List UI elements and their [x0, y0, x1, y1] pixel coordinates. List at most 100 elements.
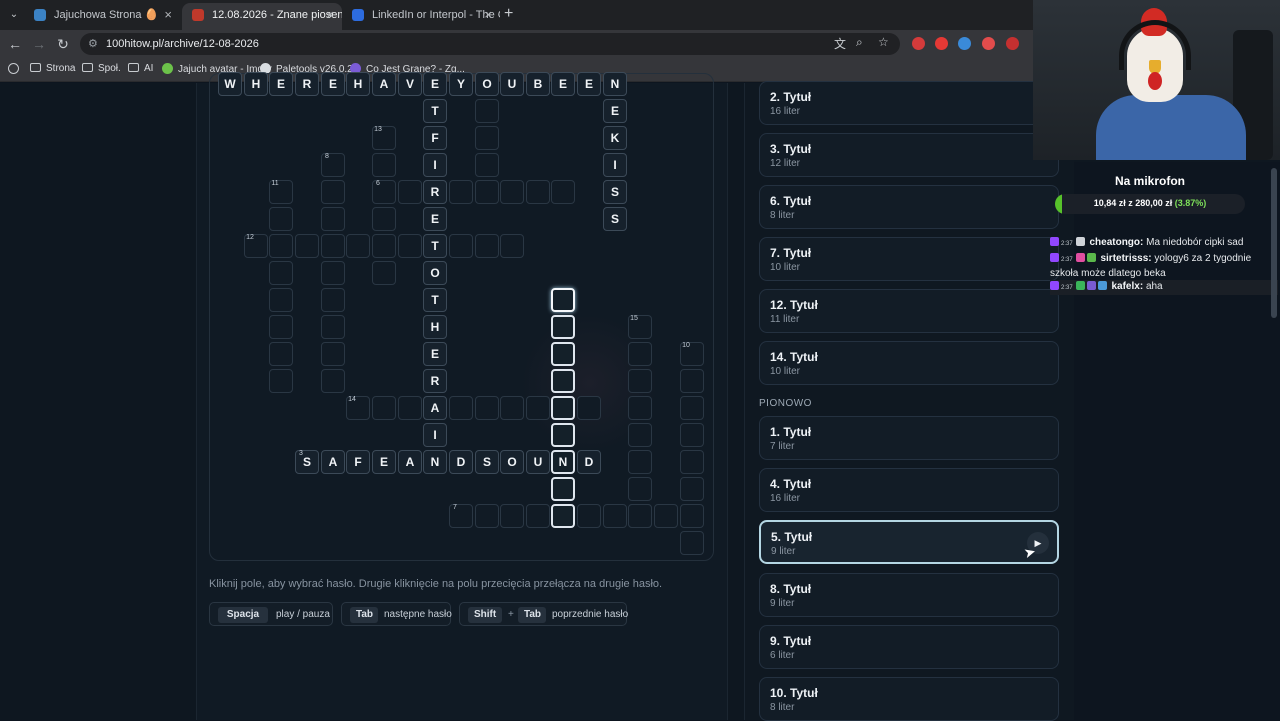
- crossword-cell[interactable]: N: [423, 450, 447, 474]
- crossword-cell[interactable]: [398, 396, 422, 420]
- clue-across-3[interactable]: 3. Tytuł 12 liter: [759, 133, 1059, 177]
- crossword-cell[interactable]: [680, 396, 704, 420]
- crossword-cell[interactable]: T: [423, 99, 447, 123]
- crossword-cell[interactable]: [526, 504, 550, 528]
- address-bar[interactable]: ⚙ 100hitow.pl/archive/12-08-2026: [80, 33, 900, 55]
- crossword-cell[interactable]: A: [423, 396, 447, 420]
- crossword-cell[interactable]: F: [423, 126, 447, 150]
- crossword-cell[interactable]: T: [423, 288, 447, 312]
- crossword-cell[interactable]: [321, 180, 345, 204]
- crossword-cell[interactable]: [680, 369, 704, 393]
- crossword-cell[interactable]: [551, 342, 575, 366]
- crossword-cell[interactable]: [654, 504, 678, 528]
- crossword-cell[interactable]: R: [423, 369, 447, 393]
- crossword-cell[interactable]: E: [423, 342, 447, 366]
- crossword-cell[interactable]: [577, 504, 601, 528]
- site-info-icon[interactable]: ⚙: [88, 37, 98, 50]
- bookmark-folder-ai[interactable]: AI: [128, 63, 153, 74]
- crossword-cell[interactable]: [680, 423, 704, 447]
- crossword-cell[interactable]: [551, 477, 575, 501]
- crossword-cell[interactable]: [551, 504, 575, 528]
- reload-icon[interactable]: ↻: [54, 35, 72, 53]
- crossword-cell[interactable]: H: [423, 315, 447, 339]
- crossword-cell[interactable]: [321, 369, 345, 393]
- crossword-cell[interactable]: [372, 153, 396, 177]
- crossword-cell[interactable]: I: [603, 153, 627, 177]
- crossword-cell[interactable]: [321, 315, 345, 339]
- back-arrow-icon[interactable]: ←: [6, 35, 24, 53]
- clue-across-6[interactable]: 6. Tytuł 8 liter: [759, 185, 1059, 229]
- crossword-cell[interactable]: D: [577, 450, 601, 474]
- crossword-cell[interactable]: [551, 180, 575, 204]
- crossword-cell[interactable]: Y: [449, 72, 473, 96]
- extension-icon[interactable]: [982, 37, 995, 50]
- crossword-cell[interactable]: E: [603, 99, 627, 123]
- zoom-icon[interactable]: ⌕: [856, 35, 863, 50]
- crossword-cell[interactable]: O: [475, 72, 499, 96]
- crossword-cell[interactable]: [372, 234, 396, 258]
- crossword-cell[interactable]: U: [500, 72, 524, 96]
- tab-search-icon[interactable]: ⌄: [6, 7, 22, 23]
- crossword-cell[interactable]: [269, 342, 293, 366]
- crossword-cell[interactable]: N: [603, 72, 627, 96]
- crossword-cell[interactable]: E: [423, 72, 447, 96]
- crossword-cell[interactable]: [372, 261, 396, 285]
- crossword-cell[interactable]: [526, 396, 550, 420]
- crossword-cell[interactable]: S: [603, 180, 627, 204]
- crossword-cell[interactable]: [449, 234, 473, 258]
- clue-across-7[interactable]: 7. Tytuł 10 liter: [759, 237, 1059, 281]
- clue-down-10[interactable]: 10. Tytuł 8 liter: [759, 677, 1059, 721]
- tab-linkedin-interpol[interactable]: LinkedIn or Interpol - The Gam ×: [342, 3, 500, 30]
- crossword-cell[interactable]: [398, 234, 422, 258]
- crossword-cell[interactable]: [475, 99, 499, 123]
- crossword-cell[interactable]: [321, 207, 345, 231]
- clue-across-14[interactable]: 14. Tytuł 10 liter: [759, 341, 1059, 385]
- new-tab-button[interactable]: +: [504, 5, 513, 23]
- crossword-cell[interactable]: [680, 477, 704, 501]
- clue-across-2[interactable]: 2. Tytuł 16 liter: [759, 81, 1059, 125]
- crossword-cell[interactable]: [500, 396, 524, 420]
- extension-icon[interactable]: [958, 37, 971, 50]
- crossword-cell[interactable]: B: [526, 72, 550, 96]
- crossword-cell[interactable]: E: [372, 450, 396, 474]
- crossword-cell[interactable]: [449, 180, 473, 204]
- crossword-cell[interactable]: I: [423, 153, 447, 177]
- crossword-cell[interactable]: [475, 126, 499, 150]
- crossword-cell[interactable]: E: [269, 72, 293, 96]
- crossword-cell[interactable]: [321, 234, 345, 258]
- crossword-cell[interactable]: [295, 234, 319, 258]
- crossword-cell[interactable]: [475, 180, 499, 204]
- crossword-cell[interactable]: A: [372, 72, 396, 96]
- crossword-cell[interactable]: [680, 450, 704, 474]
- crossword-cell[interactable]: [551, 423, 575, 447]
- crossword-cell[interactable]: A: [398, 450, 422, 474]
- crossword-cell[interactable]: W: [218, 72, 242, 96]
- crossword-cell[interactable]: [372, 396, 396, 420]
- close-tab-icon[interactable]: ×: [326, 3, 334, 27]
- crossword-cell[interactable]: T: [423, 234, 447, 258]
- crossword-cell[interactable]: [321, 288, 345, 312]
- crossword-cell[interactable]: [577, 396, 601, 420]
- clue-down-1[interactable]: 1. Tytuł 7 liter: [759, 416, 1059, 460]
- youtube-icon[interactable]: [935, 37, 948, 50]
- adblock-icon[interactable]: [1006, 37, 1019, 50]
- crossword-cell[interactable]: [269, 369, 293, 393]
- crossword-cell[interactable]: [475, 396, 499, 420]
- crossword-cell[interactable]: K: [603, 126, 627, 150]
- clue-down-9[interactable]: 9. Tytuł 6 liter: [759, 625, 1059, 669]
- crossword-cell[interactable]: [372, 207, 396, 231]
- crossword-cell[interactable]: I: [423, 423, 447, 447]
- crossword-cell[interactable]: [449, 396, 473, 420]
- crossword-cell[interactable]: [628, 450, 652, 474]
- crossword-cell[interactable]: R: [423, 180, 447, 204]
- crossword-cell[interactable]: U: [526, 450, 550, 474]
- crossword-cell[interactable]: D: [449, 450, 473, 474]
- crossword-cell[interactable]: A: [321, 450, 345, 474]
- crossword-cell[interactable]: R: [295, 72, 319, 96]
- crossword-cell[interactable]: O: [423, 261, 447, 285]
- close-tab-icon[interactable]: ×: [164, 3, 172, 27]
- crossword-cell[interactable]: [398, 180, 422, 204]
- crossword-cell[interactable]: [321, 342, 345, 366]
- clue-down-8[interactable]: 8. Tytuł 9 liter: [759, 573, 1059, 617]
- crossword-cell[interactable]: [500, 234, 524, 258]
